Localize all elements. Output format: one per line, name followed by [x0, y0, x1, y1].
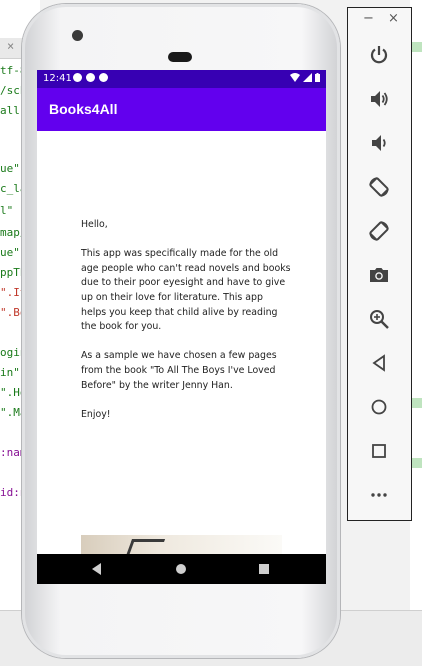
volume-down-button[interactable] [365, 129, 393, 157]
welcome-text: Hello, This app was specifically made fo… [81, 218, 291, 437]
power-button[interactable] [365, 41, 393, 69]
battery-icon [315, 73, 320, 82]
minimize-button[interactable]: − [363, 11, 374, 26]
closing-text: Enjoy! [81, 408, 111, 420]
ide-tab-close-icon[interactable]: × [7, 39, 14, 53]
zoom-button[interactable] [365, 305, 393, 333]
app-bar: Books4All [37, 88, 326, 131]
power-icon [370, 46, 388, 64]
system-status-icons [290, 73, 320, 82]
code-line: in" [0, 366, 20, 379]
greeting-text: Hello, [81, 219, 108, 230]
home-icon [371, 399, 387, 415]
code-line: l" [0, 204, 14, 217]
back-button[interactable] [365, 349, 393, 377]
wifi-icon [290, 73, 300, 82]
notification-icon [86, 73, 95, 82]
more-button[interactable] [365, 481, 393, 509]
notification-icon [99, 73, 108, 82]
toolbar-header: − × [348, 8, 411, 32]
signal-icon [303, 73, 312, 82]
phone-screen[interactable]: 12:41 Books4All Hello, This app was spec… [37, 70, 326, 584]
overview-button[interactable] [365, 437, 393, 465]
nav-back-icon[interactable] [92, 563, 101, 575]
emulator-toolbar: − × [347, 7, 412, 521]
rotate-right-icon [369, 221, 389, 241]
book-page-image [81, 535, 282, 556]
notification-icons [73, 73, 108, 82]
phone-frame: 12:41 Books4All Hello, This app was spec… [22, 4, 340, 658]
rotate-right-button[interactable] [365, 217, 393, 245]
nav-recents-icon[interactable] [259, 564, 269, 574]
app-title: Books4All [49, 101, 118, 117]
back-icon [372, 354, 385, 372]
description-paragraph: This app was specifically made for the o… [81, 248, 291, 333]
code-line: ue" [0, 246, 20, 259]
more-icon [371, 493, 387, 497]
volume-up-icon [371, 91, 388, 107]
zoom-icon [370, 310, 389, 329]
status-bar: 12:41 [37, 70, 326, 88]
overview-icon [372, 444, 386, 458]
sample-paragraph: As a sample we have chosen a few pages f… [81, 350, 277, 391]
front-camera [72, 30, 83, 41]
volume-up-button[interactable] [365, 85, 393, 113]
rotate-left-button[interactable] [365, 173, 393, 201]
volume-down-icon [372, 135, 386, 151]
earpiece-speaker [168, 52, 192, 62]
camera-icon [370, 268, 388, 282]
nav-home-icon[interactable] [176, 564, 186, 574]
rotate-left-icon [369, 177, 389, 197]
status-time: 12:41 [43, 73, 72, 84]
close-button[interactable]: × [388, 11, 399, 26]
code-line: ue" [0, 162, 20, 175]
navigation-bar [37, 554, 326, 584]
home-button[interactable] [365, 393, 393, 421]
screenshot-button[interactable] [365, 261, 393, 289]
notification-icon [73, 73, 82, 82]
